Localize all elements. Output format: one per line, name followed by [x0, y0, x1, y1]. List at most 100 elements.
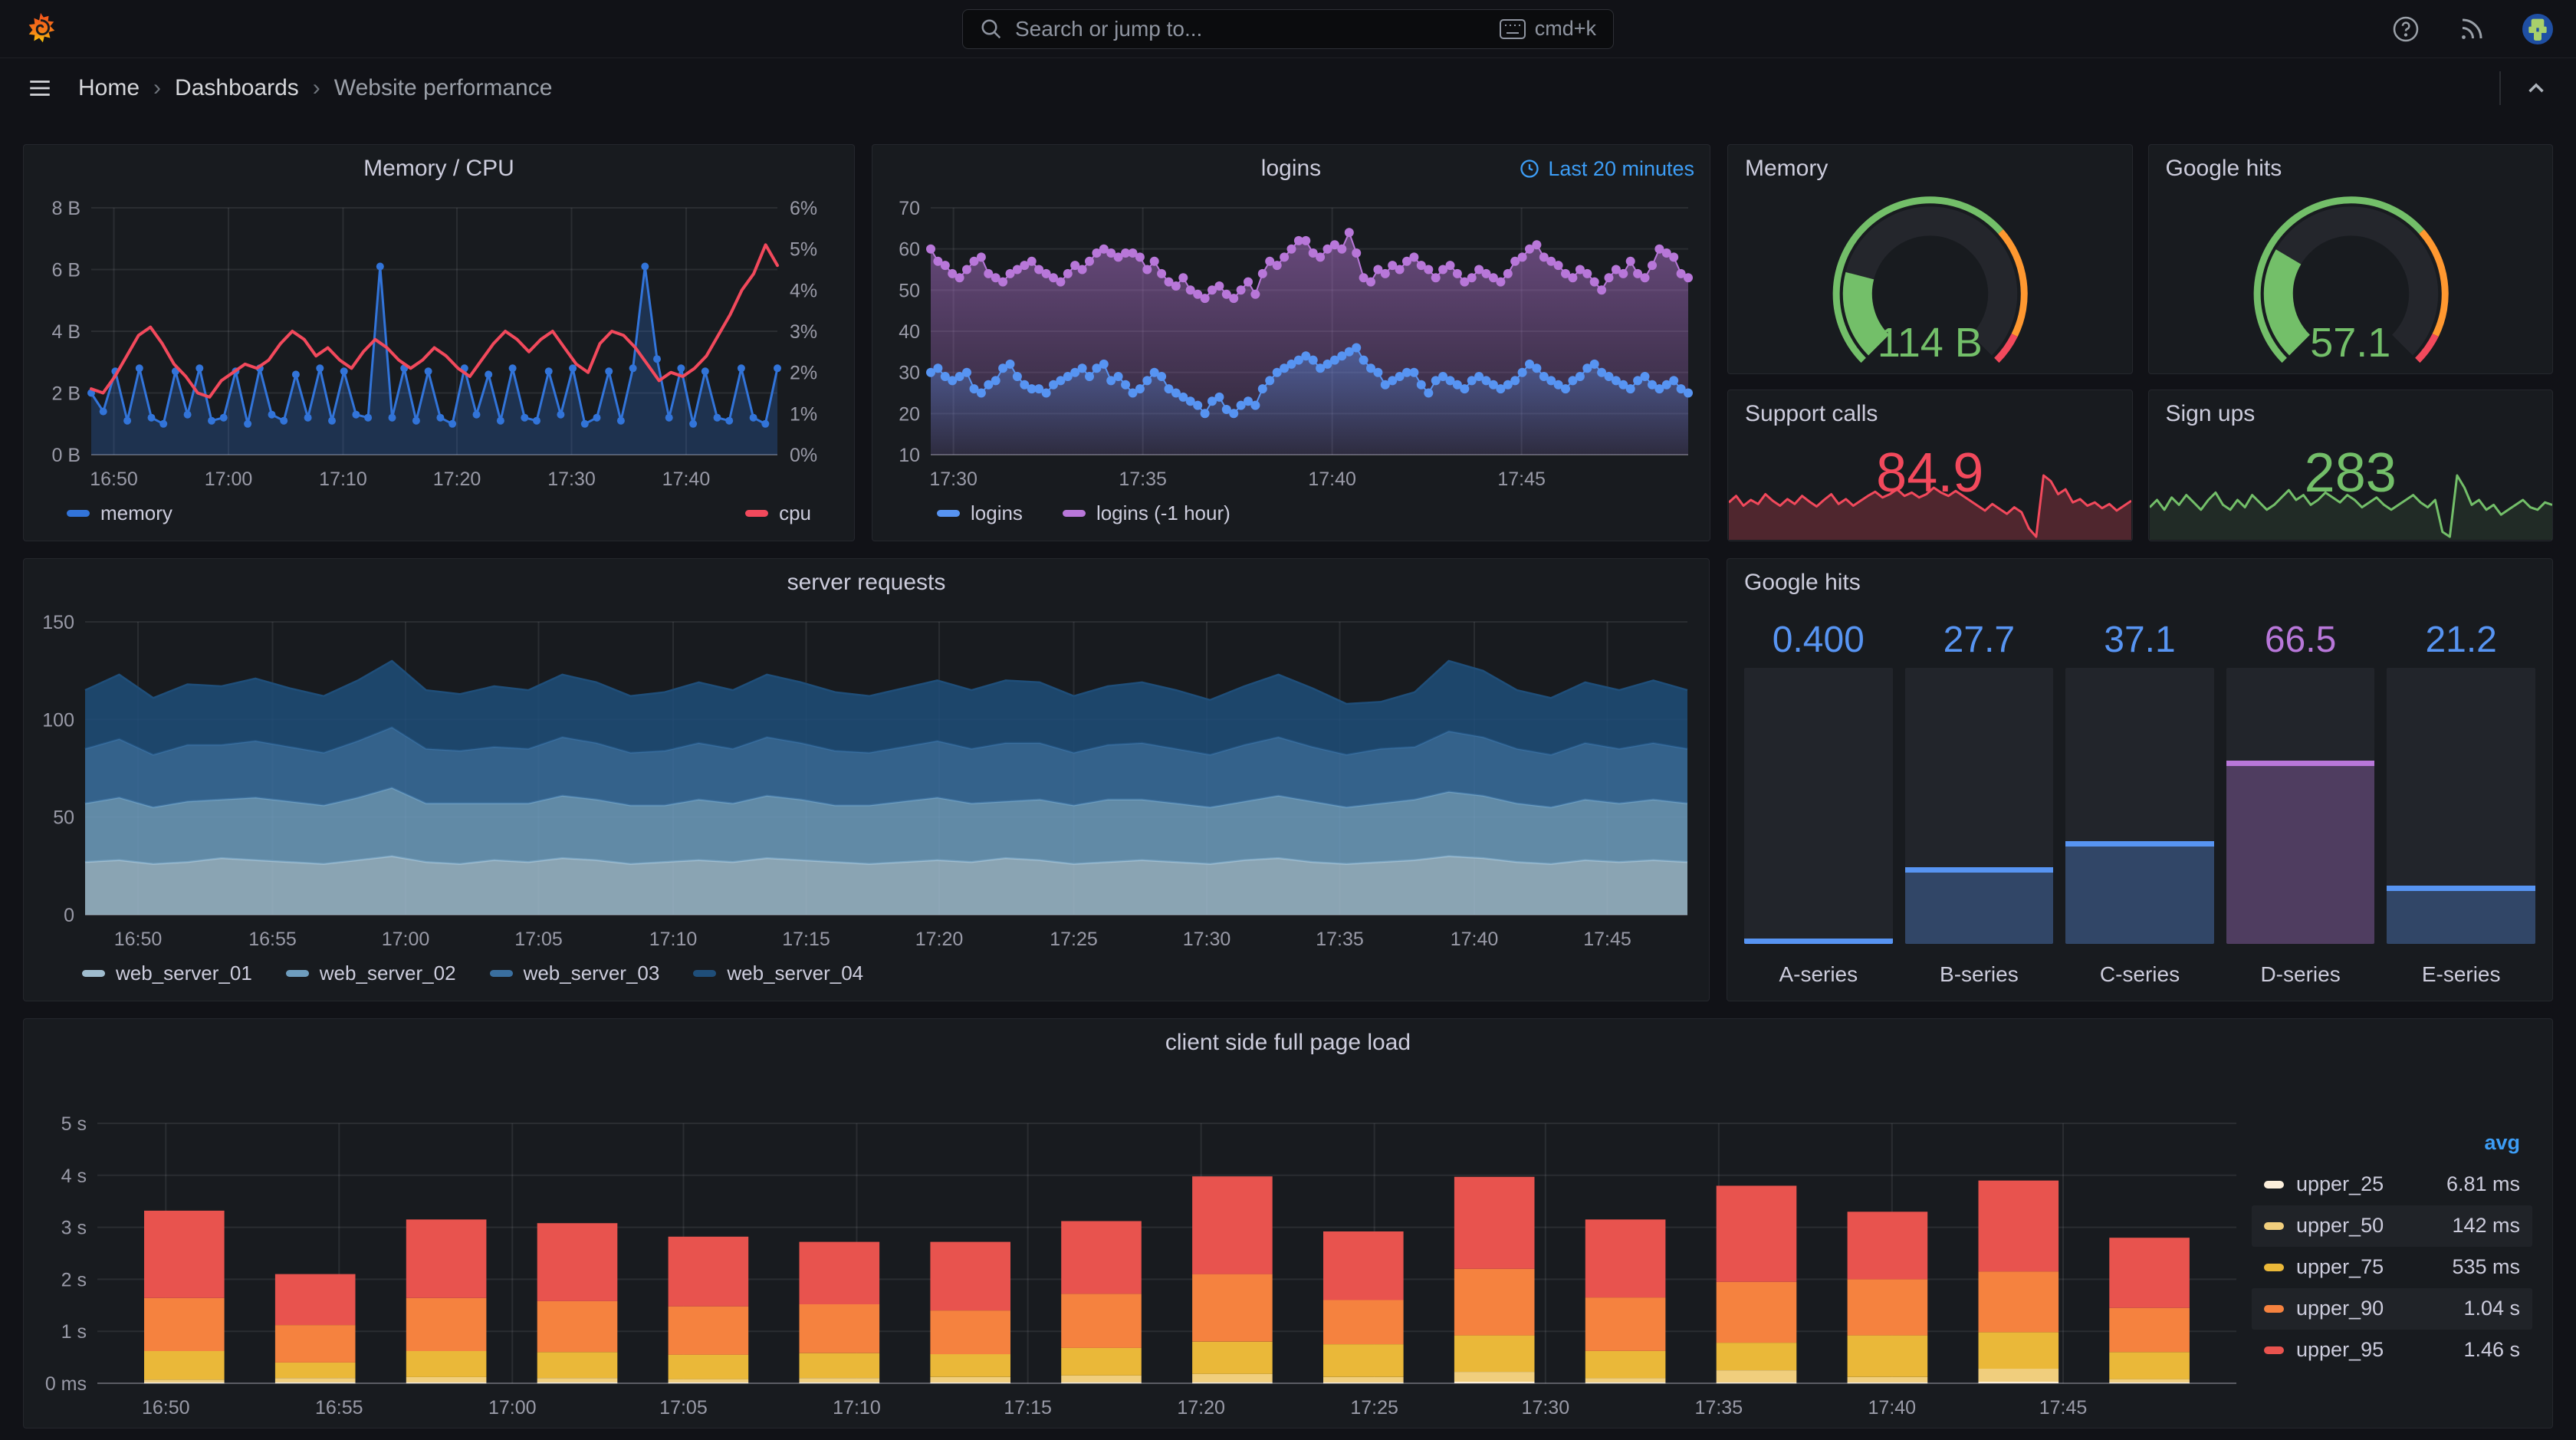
page-load-bar-segment[interactable]	[274, 1382, 356, 1384]
page-load-bar-segment[interactable]	[406, 1382, 487, 1384]
page-load-bar-segment[interactable]	[274, 1325, 356, 1363]
page-load-bar-segment[interactable]	[1978, 1382, 2059, 1383]
page-load-bar-segment[interactable]	[1192, 1341, 1273, 1374]
page-load-bar-segment[interactable]	[406, 1376, 487, 1382]
legend-item-web-server-01[interactable]: web_server_01	[82, 962, 252, 985]
legend-row-upper-50[interactable]: upper_50 142 ms	[2252, 1205, 2532, 1247]
panel-time-range-label[interactable]: Last 20 minutes	[1519, 145, 1694, 192]
page-load-bar-segment[interactable]	[799, 1241, 880, 1304]
page-load-bar-segment[interactable]	[406, 1351, 487, 1377]
page-load-bar-segment[interactable]	[274, 1274, 356, 1325]
page-load-bar-segment[interactable]	[1847, 1335, 1928, 1377]
page-load-bar-segment[interactable]	[2109, 1307, 2190, 1353]
page-load-bar-segment[interactable]	[1847, 1212, 1928, 1280]
page-load-bar-segment[interactable]	[1061, 1375, 1142, 1382]
page-load-bar-segment[interactable]	[1323, 1231, 1404, 1300]
bar-gauge-column[interactable]: 21.2 E-series	[2387, 611, 2535, 987]
panel-title-support-calls[interactable]: Support calls	[1745, 401, 1878, 427]
legend-item-logins[interactable]: logins	[937, 501, 1023, 525]
page-load-bar-segment[interactable]	[537, 1300, 618, 1353]
legend-item-cpu[interactable]: cpu	[745, 501, 811, 525]
legend-row-upper-75[interactable]: upper_75 535 ms	[2252, 1247, 2532, 1288]
panel-title-memory-gauge[interactable]: Memory	[1745, 156, 1828, 182]
search-input[interactable]: Search or jump to... cmd+k	[962, 8, 1614, 49]
page-load-bar-segment[interactable]	[274, 1362, 356, 1379]
page-load-bar-segment[interactable]	[668, 1379, 749, 1382]
bar-gauge-column[interactable]: 27.7 B-series	[1904, 611, 2054, 987]
page-load-bar-segment[interactable]	[537, 1352, 618, 1379]
page-load-bar-segment[interactable]	[1454, 1335, 1535, 1373]
page-load-bar-segment[interactable]	[1847, 1382, 1928, 1384]
memory-cpu-chart[interactable]: 0 B 2 B 4 B 6 B 8 B 0% 1% 2% 3% 4% 5% 6% 16:50 17:00 1…	[24, 192, 854, 495]
page-load-bar-segment[interactable]	[799, 1382, 880, 1384]
page-load-bar-segment[interactable]	[1192, 1382, 1273, 1384]
page-load-bar-segment[interactable]	[1978, 1332, 2059, 1369]
page-load-bar-segment[interactable]	[1585, 1351, 1666, 1379]
page-load-bar-segment[interactable]	[537, 1382, 618, 1384]
page-load-bar-segment[interactable]	[1061, 1347, 1142, 1376]
legend-item-logins-prev[interactable]: logins (-1 hour)	[1062, 501, 1230, 525]
breadcrumb-home[interactable]: Home	[78, 75, 140, 101]
legend-item-memory[interactable]: memory	[67, 501, 172, 525]
menu-toggle-icon[interactable]	[25, 73, 55, 104]
page-load-bar-segment[interactable]	[668, 1236, 749, 1307]
user-avatar[interactable]	[2522, 13, 2553, 44]
page-load-bar-segment[interactable]	[144, 1210, 225, 1298]
page-load-bar-segment[interactable]	[799, 1378, 880, 1382]
page-load-bar-segment[interactable]	[1716, 1281, 1797, 1343]
page-load-bar-segment[interactable]	[2109, 1379, 2190, 1382]
page-load-bar-segment[interactable]	[1716, 1370, 1797, 1382]
page-load-bar-segment[interactable]	[2109, 1352, 2190, 1379]
page-load-bar-segment[interactable]	[930, 1241, 1010, 1311]
page-load-bar-segment[interactable]	[1454, 1268, 1535, 1336]
chevron-up-icon[interactable]	[2521, 73, 2551, 104]
page-load-bar-segment[interactable]	[1192, 1176, 1273, 1274]
page-load-bar-segment[interactable]	[1585, 1378, 1666, 1382]
panel-title-sign-ups[interactable]: Sign ups	[2166, 401, 2256, 427]
page-load-bar-segment[interactable]	[668, 1306, 749, 1355]
panel-title-memory-cpu[interactable]: Memory / CPU	[363, 156, 514, 182]
page-load-bar-segment[interactable]	[1323, 1376, 1404, 1382]
page-load-bar-segment[interactable]	[1716, 1382, 1797, 1384]
page-load-bar-segment[interactable]	[144, 1297, 225, 1351]
page-load-bar-segment[interactable]	[668, 1354, 749, 1379]
help-icon[interactable]	[2390, 14, 2421, 44]
page-load-bar-segment[interactable]	[1978, 1369, 2059, 1382]
legend-row-upper-95[interactable]: upper_95 1.46 s	[2252, 1330, 2532, 1371]
page-load-bar-segment[interactable]	[799, 1304, 880, 1353]
grafana-logo-icon[interactable]	[23, 12, 58, 47]
page-load-bar-segment[interactable]	[1323, 1382, 1404, 1384]
page-load-bar-segment[interactable]	[1716, 1185, 1797, 1282]
page-load-bar-segment[interactable]	[1847, 1376, 1928, 1382]
legend-row-upper-25[interactable]: upper_25 6.81 ms	[2252, 1164, 2532, 1205]
google-hits-gauge[interactable]: 57.1	[2149, 192, 2553, 377]
page-load-bar-segment[interactable]	[1192, 1274, 1273, 1342]
page-load-bar-segment[interactable]	[1454, 1382, 1535, 1383]
page-load-bar-segment[interactable]	[2109, 1382, 2190, 1384]
page-load-bar-segment[interactable]	[1716, 1343, 1797, 1370]
page-load-bar-segment[interactable]	[1061, 1294, 1142, 1348]
page-load-bar-segment[interactable]	[1061, 1221, 1142, 1294]
page-load-bar-segment[interactable]	[1192, 1373, 1273, 1382]
page-load-bar-segment[interactable]	[1978, 1271, 2059, 1333]
panel-title-server-requests[interactable]: server requests	[787, 570, 946, 596]
page-load-bar-segment[interactable]	[1585, 1219, 1666, 1298]
memory-gauge[interactable]: 114 B	[1728, 192, 2132, 377]
panel-title-client-page-load[interactable]: client side full page load	[1165, 1030, 1411, 1056]
bar-gauge-column[interactable]: 0.400 A-series	[1744, 611, 1893, 987]
page-load-bar-segment[interactable]	[406, 1219, 487, 1298]
news-rss-icon[interactable]	[2456, 14, 2487, 44]
page-load-bar-segment[interactable]	[1061, 1382, 1142, 1384]
page-load-bar-segment[interactable]	[537, 1223, 618, 1301]
page-load-bar-segment[interactable]	[1454, 1176, 1535, 1269]
page-load-bar-segment[interactable]	[2109, 1238, 2190, 1308]
page-load-bar-segment[interactable]	[930, 1376, 1010, 1382]
page-load-bar-segment[interactable]	[930, 1382, 1010, 1384]
page-load-bar-segment[interactable]	[1978, 1180, 2059, 1272]
page-load-bar-segment[interactable]	[668, 1382, 749, 1384]
page-load-bar-segment[interactable]	[144, 1351, 225, 1380]
bar-gauge-column[interactable]: 66.5 D-series	[2226, 611, 2375, 987]
page-load-bar-segment[interactable]	[1454, 1372, 1535, 1382]
page-load-chart[interactable]: 0 ms 1 s 2 s 3 s 4 s 5 s 16:50 16:55 17:00 17:05 1…	[24, 1067, 2252, 1428]
page-load-bar-segment[interactable]	[144, 1379, 225, 1382]
